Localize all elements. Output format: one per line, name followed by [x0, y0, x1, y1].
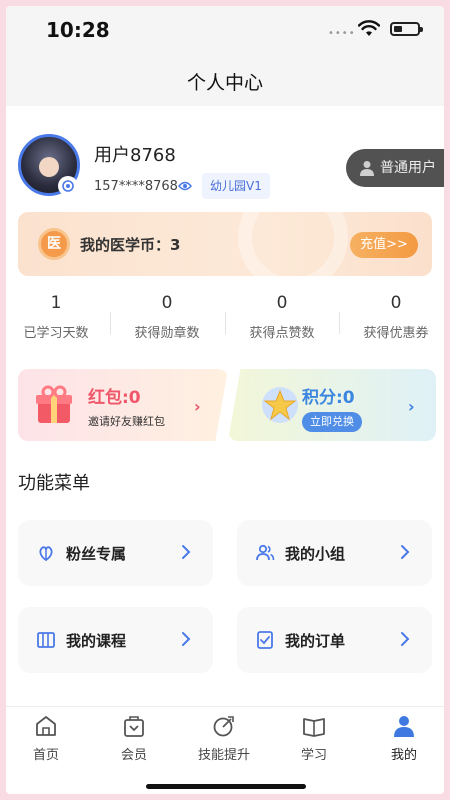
- stat-label: 获得点赞数: [249, 326, 315, 341]
- stat-study-days[interactable]: 1 已学习天数: [6, 290, 106, 341]
- divider: [225, 312, 226, 334]
- course-icon: [37, 632, 55, 648]
- user-icon: [360, 161, 374, 176]
- username: 用户8768: [94, 145, 176, 166]
- menu-item-my-group[interactable]: 我的小组: [237, 520, 432, 586]
- menu-section-title: 功能菜单: [18, 473, 90, 494]
- divider: [339, 312, 340, 334]
- stat-value: 0: [390, 293, 402, 313]
- stat-label: 获得勋章数: [134, 326, 200, 341]
- red-packet-subtitle: 邀请好友赚红包: [88, 415, 165, 428]
- tab-label: 首页: [32, 748, 59, 763]
- stats-row: 1 已学习天数 0 获得勋章数 0 获得点赞数 0 获得优惠券: [6, 290, 444, 350]
- tab-member[interactable]: 会员: [94, 713, 174, 763]
- tab-label: 会员: [120, 748, 147, 763]
- coin-balance: 我的医学币：3: [80, 236, 181, 254]
- level-badge[interactable]: 幼儿园V1: [202, 173, 270, 199]
- menu-item-fans[interactable]: 粉丝专属: [18, 520, 213, 586]
- eye-icon[interactable]: [178, 180, 192, 192]
- redeem-button[interactable]: 立即兑换: [302, 412, 362, 432]
- signal-icon: ••••: [328, 28, 356, 39]
- star-badge-icon: [262, 387, 298, 423]
- study-icon: [303, 718, 325, 737]
- stat-value: 0: [276, 293, 288, 313]
- order-icon: [257, 631, 273, 649]
- fans-icon: [39, 546, 53, 562]
- stat-medals[interactable]: 0 获得勋章数: [117, 290, 217, 341]
- page-title: 个人中心: [186, 72, 263, 94]
- member-icon: [124, 716, 144, 737]
- chevron-right-icon: [401, 632, 410, 646]
- status-time: 10:28: [46, 18, 110, 42]
- home-indicator: [146, 784, 306, 789]
- tab-skill[interactable]: 技能提升: [184, 713, 264, 763]
- group-icon: [256, 544, 275, 561]
- member-type-label: 普通用户: [380, 160, 436, 176]
- menu-item-label: 我的小组: [285, 545, 346, 563]
- stat-value: 1: [50, 293, 62, 313]
- tab-study[interactable]: 学习: [274, 713, 354, 763]
- divider: [110, 312, 111, 334]
- menu-item-label: 我的订单: [285, 632, 346, 650]
- stat-likes[interactable]: 0 获得点赞数: [232, 290, 332, 341]
- red-packet-card[interactable]: 红包:0 邀请好友赚红包 ›: [18, 369, 228, 441]
- tab-label: 我的: [390, 748, 417, 763]
- member-type-button[interactable]: 普通用户: [346, 149, 444, 187]
- chevron-right-icon: [182, 545, 191, 559]
- stat-coupons[interactable]: 0 获得优惠券: [346, 290, 444, 341]
- points-title: 积分:0: [302, 388, 355, 408]
- chevron-right-icon: ›: [194, 397, 201, 416]
- gift-icon: [36, 385, 72, 423]
- tab-label: 学习: [300, 748, 327, 763]
- skill-icon: [213, 716, 234, 737]
- tab-home[interactable]: 首页: [6, 713, 86, 763]
- avatar-face: [39, 157, 59, 177]
- chevron-right-icon: [182, 632, 191, 646]
- profile-section: 用户8768 157****8768 幼儿园V1 普通用户: [6, 106, 444, 216]
- stat-value: 0: [161, 293, 173, 313]
- settings-icon[interactable]: [58, 176, 78, 196]
- menu-item-label: 我的课程: [66, 632, 127, 650]
- phone-number: 157****8768: [94, 179, 178, 194]
- stat-label: 已学习天数: [23, 326, 89, 341]
- menu-item-label: 粉丝专属: [66, 545, 127, 563]
- recharge-button[interactable]: 充值>>: [350, 232, 418, 258]
- coin-icon: 医: [38, 228, 70, 260]
- stat-label: 获得优惠券: [363, 326, 429, 341]
- coin-card-decoration: [238, 212, 348, 276]
- header-area: 10:28 •••• 个人中心: [6, 6, 444, 106]
- battery-icon: [390, 22, 423, 36]
- wifi-icon: [358, 20, 380, 36]
- menu-item-my-courses[interactable]: 我的课程: [18, 607, 213, 673]
- status-bar: 10:28 ••••: [6, 6, 444, 54]
- menu-item-my-orders[interactable]: 我的订单: [237, 607, 432, 673]
- red-packet-title: 红包:0: [88, 388, 141, 408]
- points-card[interactable]: 积分:0 立即兑换 ›: [228, 369, 436, 441]
- tab-profile[interactable]: 我的: [364, 713, 444, 763]
- chevron-right-icon: [401, 545, 410, 559]
- tab-label: 技能提升: [197, 748, 250, 763]
- profile-icon: [394, 716, 414, 737]
- home-icon: [36, 716, 56, 736]
- chevron-right-icon: ›: [408, 397, 415, 416]
- bottom-tab-bar: 首页 会员 技能提升 学习 我的: [6, 706, 444, 794]
- medical-coin-card[interactable]: 医 我的医学币：3 充值>>: [18, 212, 432, 276]
- phone-screen: 10:28 •••• 个人中心 用户8768 157****8768 幼儿园V1…: [6, 6, 444, 794]
